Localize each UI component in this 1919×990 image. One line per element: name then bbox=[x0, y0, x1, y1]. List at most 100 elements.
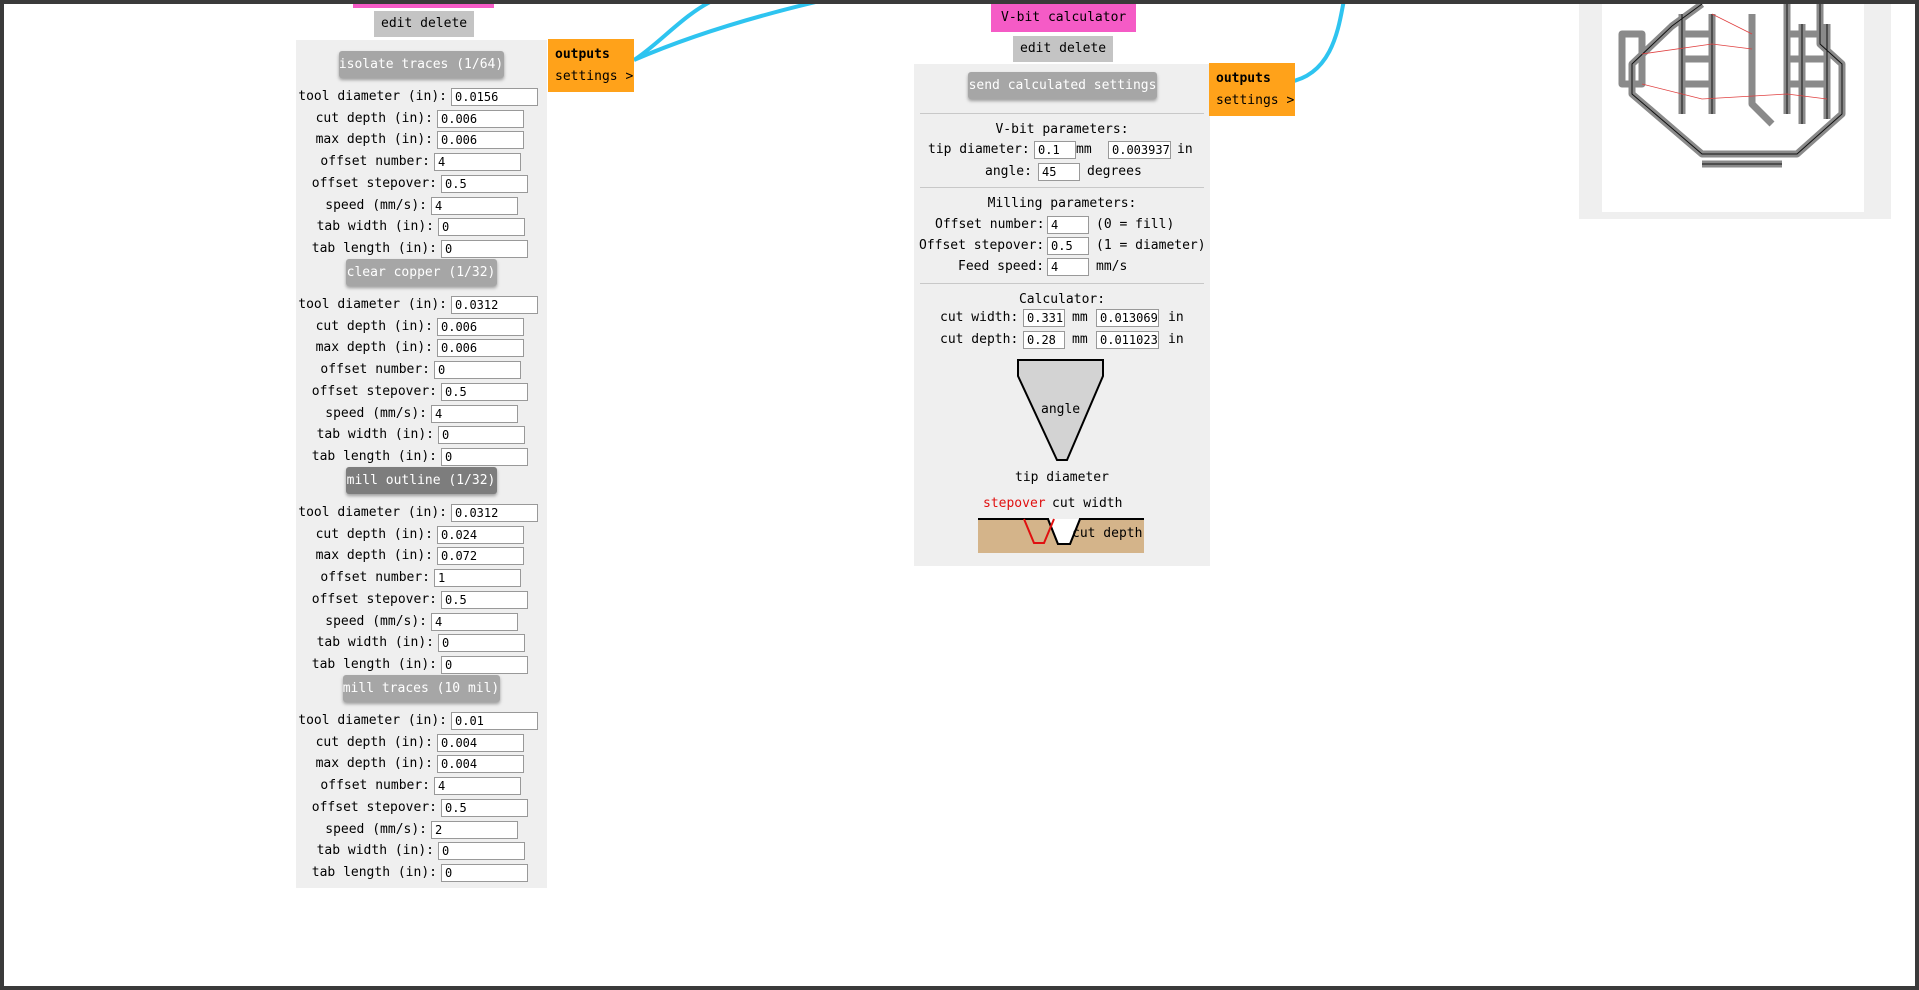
vbit-node-edit-delete[interactable]: edit delete bbox=[1013, 36, 1114, 62]
cut-depth-in-unit: in bbox=[1168, 332, 1184, 347]
diagram-cut-width-label: cut width bbox=[1052, 496, 1123, 511]
section-button-4[interactable]: mill traces (10 mil) bbox=[342, 675, 500, 702]
field-label: tab length (in): bbox=[311, 864, 437, 880]
vbit-params-heading: V-bit parameters: bbox=[995, 122, 1129, 137]
field-label: speed (mm/s): bbox=[325, 821, 427, 837]
field-input[interactable]: 4 bbox=[431, 404, 518, 423]
left-node-edit-delete[interactable]: edit delete bbox=[374, 11, 475, 37]
field-input[interactable]: 0 bbox=[434, 361, 521, 380]
field-input[interactable]: 0.004 bbox=[437, 733, 524, 752]
field-label: max depth (in): bbox=[315, 340, 433, 356]
field-input[interactable]: 0 bbox=[441, 447, 528, 466]
workspace-canvas[interactable]: edit delete outputs settings > V-bit cal… bbox=[4, 4, 1915, 986]
section-button-2[interactable]: clear copper (1/32) bbox=[345, 259, 497, 286]
cut-width-in-field[interactable]: 0.013069 bbox=[1096, 309, 1159, 327]
field-label: cut depth (in): bbox=[315, 110, 433, 126]
cut-width-mm-unit: mm bbox=[1072, 310, 1088, 325]
field-input[interactable]: 0.5 bbox=[441, 590, 528, 609]
wire-right bbox=[1288, 4, 1346, 84]
field-input[interactable]: 0 bbox=[438, 634, 525, 653]
field-label: max depth (in): bbox=[315, 548, 433, 564]
field-label: tab length (in): bbox=[311, 448, 437, 464]
divider bbox=[920, 283, 1204, 284]
field-label: tab width (in): bbox=[316, 427, 434, 443]
vbit-outputs-settings-port[interactable]: settings > bbox=[1216, 93, 1294, 108]
field-input[interactable]: 1 bbox=[434, 569, 521, 588]
section-button-1[interactable]: isolate traces (1/64) bbox=[338, 51, 504, 78]
field-input[interactable]: 0 bbox=[438, 218, 525, 237]
field-input[interactable]: 0.072 bbox=[437, 547, 524, 566]
field-label: tab length (in): bbox=[311, 240, 437, 256]
divider bbox=[920, 113, 1204, 114]
field-input[interactable]: 0.006 bbox=[437, 339, 524, 358]
tip-diameter-in-input[interactable]: 0.003937 bbox=[1108, 141, 1171, 159]
field-label: tool diameter (in): bbox=[298, 89, 447, 104]
field-input[interactable]: 4 bbox=[434, 777, 521, 796]
tip-diameter-label: tip diameter: bbox=[928, 142, 1030, 157]
diagram-tip-diameter-label: tip diameter bbox=[1015, 470, 1109, 485]
field-input[interactable]: 0 bbox=[438, 426, 525, 445]
field-input[interactable]: 0.5 bbox=[441, 798, 528, 817]
tip-in-unit: in bbox=[1177, 142, 1193, 157]
field-input[interactable]: 0.01 bbox=[451, 712, 538, 730]
field-label: offset number: bbox=[320, 778, 430, 794]
field-input[interactable]: 0.024 bbox=[437, 525, 524, 544]
field-input[interactable]: 0 bbox=[441, 655, 528, 674]
vbit-outputs-title: outputs bbox=[1216, 71, 1271, 86]
field-input[interactable]: 0.0312 bbox=[451, 504, 538, 522]
offset-stepover-note: (1 = diameter) bbox=[1096, 238, 1206, 253]
left-node-title-stub[interactable] bbox=[353, 4, 494, 8]
field-label: offset stepover: bbox=[311, 591, 437, 607]
vbit-node-title[interactable]: V-bit calculator bbox=[991, 4, 1137, 32]
field-input[interactable]: 0 bbox=[441, 239, 528, 258]
outputs-settings-port[interactable]: settings > bbox=[555, 69, 633, 84]
field-label: cut depth (in): bbox=[315, 318, 433, 334]
field-input[interactable]: 2 bbox=[431, 820, 518, 839]
offset-number-label: Offset number: bbox=[935, 217, 1045, 232]
outputs-title: outputs bbox=[555, 47, 610, 62]
angle-label: angle: bbox=[985, 164, 1032, 179]
field-input[interactable]: 4 bbox=[434, 153, 521, 172]
cut-width-mm-field[interactable]: 0.331 bbox=[1023, 309, 1065, 327]
cut-depth-mm-field[interactable]: 0.28 bbox=[1023, 331, 1065, 349]
section-button-3[interactable]: mill outline (1/32) bbox=[345, 467, 497, 494]
field-input[interactable]: 4 bbox=[431, 196, 518, 215]
field-input[interactable]: 0 bbox=[441, 863, 528, 882]
diagram-angle-label: angle bbox=[1041, 402, 1081, 417]
angle-input[interactable]: 45 bbox=[1038, 163, 1080, 181]
field-label: offset stepover: bbox=[311, 799, 437, 815]
offset-number-input[interactable]: 4 bbox=[1047, 216, 1089, 234]
offset-stepover-label: Offset stepover: bbox=[919, 238, 1045, 253]
field-input[interactable]: 0.006 bbox=[437, 317, 524, 336]
tip-mm-unit: mm bbox=[1076, 142, 1092, 157]
send-calculated-settings-button[interactable]: send calculated settings bbox=[968, 72, 1157, 99]
angle-unit: degrees bbox=[1087, 164, 1142, 179]
field-label: tool diameter (in): bbox=[298, 713, 447, 728]
field-input[interactable]: 0.004 bbox=[437, 755, 524, 774]
field-label: cut depth (in): bbox=[315, 526, 433, 542]
feed-speed-input[interactable]: 4 bbox=[1047, 258, 1089, 276]
cut-width-label: cut width: bbox=[940, 310, 1019, 325]
field-label: max depth (in): bbox=[315, 132, 433, 148]
field-input[interactable]: 0.006 bbox=[437, 131, 524, 150]
field-label: offset number: bbox=[320, 362, 430, 378]
field-input[interactable]: 0.006 bbox=[437, 109, 524, 128]
field-input[interactable]: 0.5 bbox=[441, 174, 528, 193]
milling-params-heading: Milling parameters: bbox=[987, 196, 1137, 211]
field-label: offset number: bbox=[320, 570, 430, 586]
left-node-outputs[interactable]: outputs settings > bbox=[548, 39, 634, 92]
field-label: tool diameter (in): bbox=[298, 297, 447, 312]
field-label: speed (mm/s): bbox=[325, 613, 427, 629]
field-input[interactable]: 0.0156 bbox=[451, 88, 538, 106]
field-label: offset stepover: bbox=[311, 175, 437, 191]
field-input[interactable]: 0.5 bbox=[441, 382, 528, 401]
field-input[interactable]: 4 bbox=[431, 612, 518, 631]
cut-depth-in-field[interactable]: 0.011023 bbox=[1096, 331, 1159, 349]
field-input[interactable]: 0 bbox=[438, 842, 525, 861]
tip-diameter-mm-input[interactable]: 0.1 bbox=[1034, 141, 1076, 159]
feed-speed-unit: mm/s bbox=[1096, 259, 1128, 274]
field-input[interactable]: 0.0312 bbox=[451, 296, 538, 314]
vbit-node-outputs[interactable]: outputs settings > bbox=[1209, 63, 1295, 116]
cut-depth-label: cut depth: bbox=[940, 332, 1019, 347]
offset-stepover-input[interactable]: 0.5 bbox=[1047, 237, 1089, 255]
